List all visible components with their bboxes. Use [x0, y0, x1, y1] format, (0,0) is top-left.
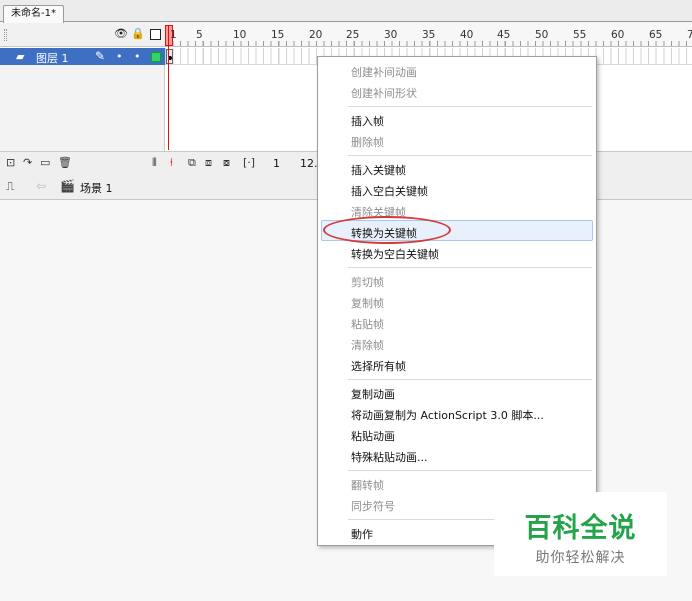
modify-onion-markers-icon[interactable]: [·]	[243, 156, 255, 169]
ruler-number: 7	[687, 29, 692, 41]
ruler-number: 15	[271, 29, 285, 41]
menu-separator	[348, 106, 592, 107]
menu-separator	[348, 379, 592, 380]
ruler-number: 65	[649, 29, 663, 41]
layer-row[interactable]: ▰ 图层 1 ✎ • •	[0, 48, 165, 65]
layer-color-swatch[interactable]	[151, 52, 161, 62]
menu-item[interactable]: 翻转帧	[351, 477, 384, 493]
ruler-number: 5	[196, 29, 203, 41]
menu-item[interactable]: 粘贴动画	[351, 428, 395, 444]
ruler-number: 45	[497, 29, 511, 41]
eye-icon[interactable]: 👁	[114, 28, 128, 40]
menu-item[interactable]: 插入帧	[351, 113, 384, 129]
watermark-title: 百科全说	[524, 513, 637, 544]
document-tab[interactable]: 未命名-1*	[3, 5, 64, 23]
trash-icon[interactable]: 🗑	[58, 156, 72, 169]
menu-item[interactable]: 创建补间动画	[351, 64, 417, 80]
ruler-ticks	[165, 41, 692, 46]
new-motion-guide-icon[interactable]: ↷	[23, 156, 32, 169]
ruler-number: 10	[233, 29, 247, 41]
frame-ruler[interactable]: 1 5 10 15 20 25 30 35 40 45 50 55 60 65 7	[165, 23, 692, 47]
menu-item[interactable]: 创建补间形状	[351, 85, 417, 101]
pencil-icon: ✎	[95, 49, 106, 63]
menu-item[interactable]: 特殊粘贴动画...	[351, 449, 428, 465]
annotation-ellipse	[323, 216, 451, 244]
menu-item[interactable]: 粘贴帧	[351, 316, 384, 332]
scene-clapper-icon: 🎬	[60, 179, 75, 193]
menu-item[interactable]: 同步符号	[351, 498, 395, 514]
watermark-subtitle: 助你轻松解决	[535, 550, 626, 566]
menu-separator	[348, 267, 592, 268]
current-frame-readout: 1	[273, 157, 280, 170]
menu-separator	[348, 470, 592, 471]
scene-label[interactable]: 场景 1	[80, 180, 113, 196]
lock-icon[interactable]: 🔒	[131, 28, 145, 40]
timeline-toggle-icon[interactable]: ⎍	[6, 179, 14, 194]
ruler-number: 1	[170, 29, 177, 41]
ruler-number: 50	[535, 29, 549, 41]
ruler-number: 35	[422, 29, 436, 41]
menu-item[interactable]: 插入关键帧	[351, 162, 406, 178]
menu-item[interactable]: 清除帧	[351, 337, 384, 353]
onion-skin-outline-icon[interactable]: ⧈	[205, 156, 212, 170]
ruler-number: 55	[573, 29, 587, 41]
visibility-dot-icon[interactable]: •	[116, 50, 123, 63]
menu-item[interactable]: 剪切帧	[351, 274, 384, 290]
layer-name[interactable]: 图层 1	[36, 50, 69, 66]
ruler-number: 25	[346, 29, 360, 41]
center-frame-icon[interactable]: ⍿	[170, 156, 173, 170]
new-layer-icon[interactable]: ⊡	[6, 156, 15, 169]
frame-rate-readout[interactable]: 12.	[300, 157, 318, 170]
watermark: 百科全说 助你轻松解决	[494, 492, 667, 576]
menu-item[interactable]: 选择所有帧	[351, 358, 406, 374]
ruler-number: 30	[384, 29, 398, 41]
divider-grip-icon[interactable]: ⦀	[152, 156, 157, 170]
edit-multiple-frames-icon[interactable]: ⧇	[223, 156, 230, 170]
ruler-number: 20	[309, 29, 323, 41]
layer-icon: ▰	[16, 50, 25, 63]
menu-item[interactable]: 删除帧	[351, 134, 384, 150]
menu-item[interactable]: 插入空白关键帧	[351, 183, 428, 199]
menu-item[interactable]: 复制动画	[351, 386, 395, 402]
panel-grip-icon[interactable]	[4, 29, 7, 41]
lock-dot-icon[interactable]: •	[134, 50, 141, 63]
outline-icon[interactable]	[150, 29, 161, 40]
timeline-header: 👁 🔒	[0, 23, 165, 47]
menu-item[interactable]: 转换为空白关键帧	[351, 246, 439, 262]
back-arrow-icon[interactable]: ⇦	[36, 179, 46, 193]
menu-separator	[348, 155, 592, 156]
ruler-number: 40	[460, 29, 474, 41]
playhead-line	[168, 25, 169, 150]
ruler-number: 60	[611, 29, 625, 41]
onion-skin-icon[interactable]: ⧉	[188, 156, 196, 170]
new-folder-icon[interactable]: ▭	[40, 156, 50, 169]
menu-item[interactable]: 将动画复制为 ActionScript 3.0 脚本...	[351, 407, 544, 423]
layer-list-area	[0, 65, 165, 151]
menu-item[interactable]: 复制帧	[351, 295, 384, 311]
document-tabstrip: 未命名-1*	[0, 0, 692, 23]
context-menu: 创建补间动画 创建补间形状 插入帧 删除帧 插入关键帧 插入空白关键帧 清除关键帧 转换为关键…	[317, 56, 597, 546]
menu-item[interactable]: 動作	[351, 526, 373, 542]
